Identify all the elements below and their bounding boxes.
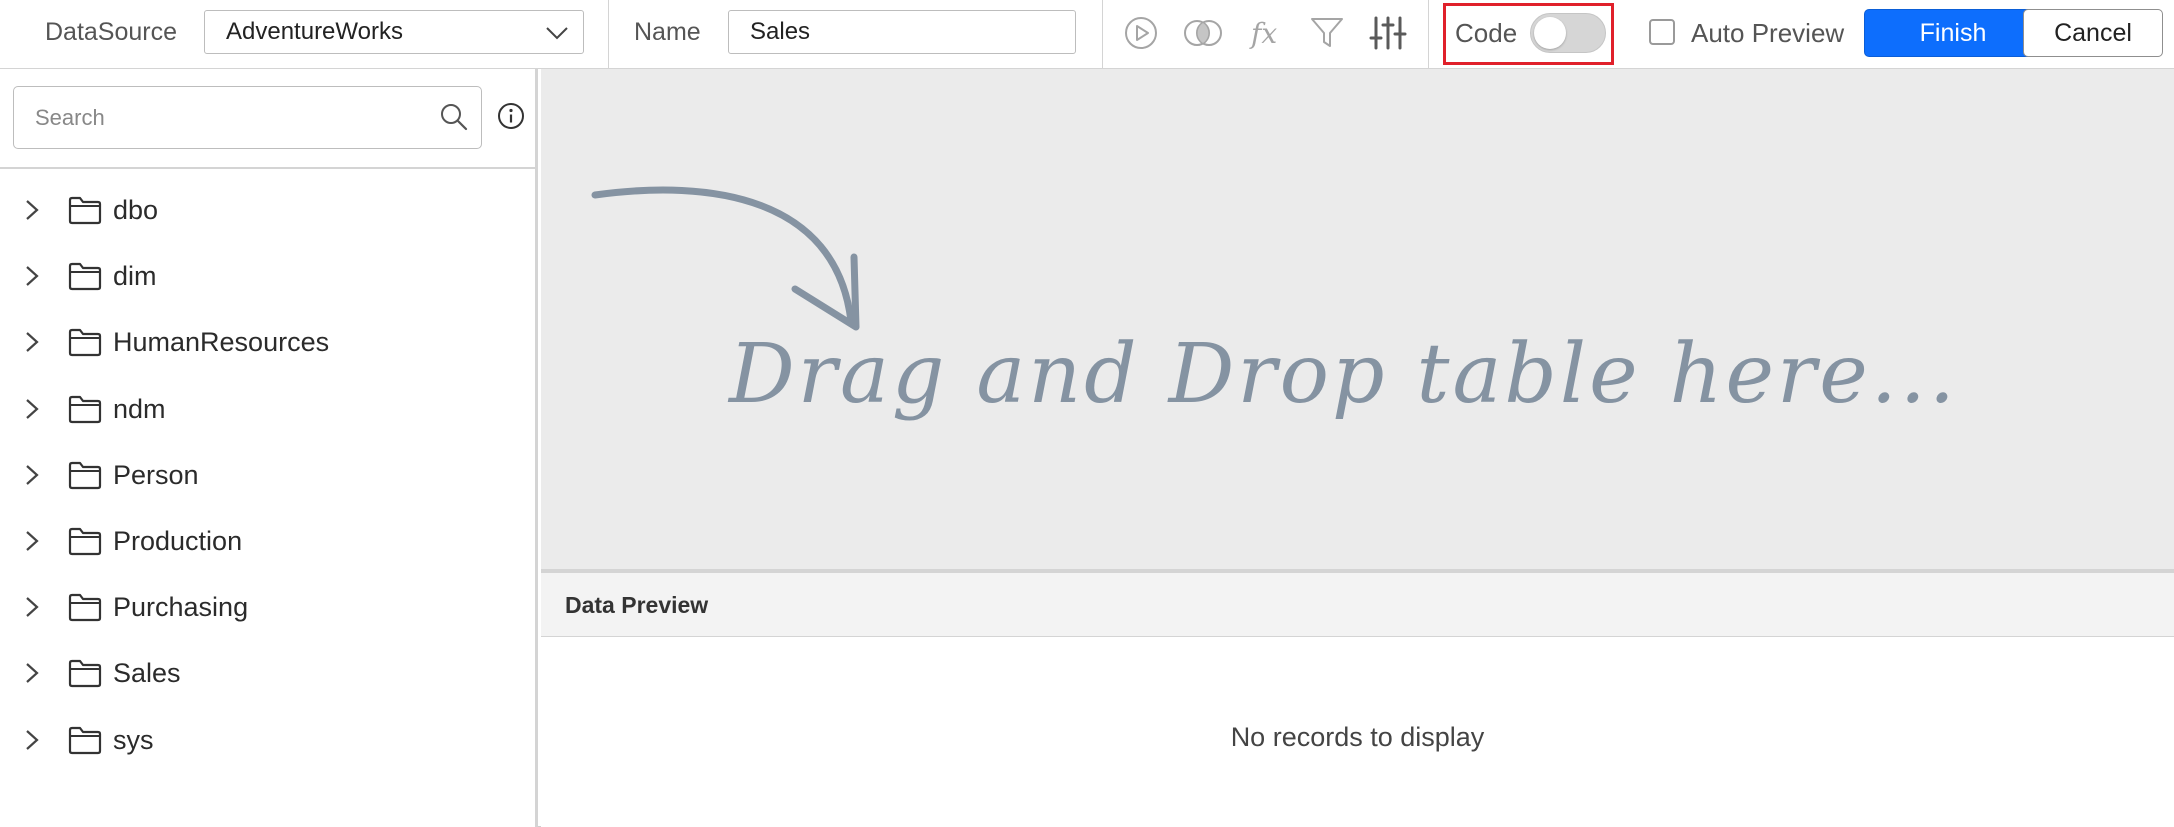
finish-button[interactable]: Finish — [1864, 9, 2042, 57]
tree-item[interactable]: HumanResources — [0, 309, 535, 375]
cancel-button[interactable]: Cancel — [2023, 9, 2163, 57]
tree-item[interactable]: sys — [0, 707, 535, 773]
toggle-knob — [1534, 17, 1566, 49]
join-icon[interactable] — [1182, 14, 1224, 52]
chevron-right-icon[interactable] — [20, 461, 44, 489]
schema-sidebar: dbo dim HumanResources ndm Person Production P… — [0, 69, 538, 827]
svg-text:fx: fx — [1249, 17, 1277, 50]
folder-icon — [68, 726, 102, 754]
tree-item[interactable]: ndm — [0, 376, 535, 442]
folder-icon — [68, 329, 102, 357]
filter-icon[interactable] — [1308, 14, 1346, 52]
chevron-right-icon[interactable] — [20, 726, 44, 754]
drop-hint-graphic: Drag and Drop table here... — [591, 186, 1958, 422]
search-box[interactable] — [13, 86, 482, 149]
folder-icon — [68, 196, 102, 225]
tree-item-label: sys — [113, 724, 154, 755]
play-icon[interactable] — [1122, 14, 1160, 52]
tree-item-label: HumanResources — [113, 327, 330, 358]
toolbar-divider — [1428, 0, 1429, 69]
code-toggle[interactable] — [1530, 13, 1606, 53]
sidebar-divider — [0, 167, 535, 169]
chevron-right-icon[interactable] — [20, 659, 44, 687]
tree-item[interactable]: dbo — [0, 177, 535, 243]
tree-item[interactable]: Person — [0, 442, 535, 508]
tree-item[interactable]: Sales — [0, 640, 535, 706]
folder-icon — [68, 263, 102, 291]
settings-sliders-icon[interactable] — [1369, 14, 1407, 52]
tree-item-label: dbo — [113, 195, 159, 225]
data-preview-header: Data Preview — [541, 573, 2174, 637]
folder-icon — [68, 660, 102, 688]
tree-item[interactable]: dim — [0, 243, 535, 309]
chevron-down-icon — [546, 27, 568, 40]
folder-icon — [68, 527, 102, 556]
design-canvas[interactable]: Drag and Drop table here... — [541, 69, 2174, 569]
name-label: Name — [634, 18, 701, 46]
search-icon[interactable] — [439, 102, 469, 132]
name-input[interactable] — [728, 10, 1076, 54]
datasource-select[interactable]: AdventureWorks — [204, 10, 584, 54]
function-icon[interactable]: fx — [1247, 14, 1285, 52]
auto-preview-label[interactable]: Auto Preview — [1691, 0, 1844, 66]
search-input[interactable] — [14, 87, 414, 148]
folder-icon — [68, 594, 102, 622]
auto-preview-checkbox[interactable] — [1649, 19, 1675, 45]
chevron-right-icon[interactable] — [20, 593, 44, 621]
tree-item[interactable]: Production — [0, 508, 535, 574]
empty-state-text: No records to display — [1230, 722, 1485, 752]
datasource-value: AdventureWorks — [226, 18, 403, 45]
info-icon[interactable] — [496, 101, 526, 131]
tree-item-label: ndm — [113, 393, 166, 424]
tree-item-label: Person — [113, 459, 199, 490]
tree-item[interactable]: Purchasing — [0, 574, 535, 640]
chevron-right-icon[interactable] — [20, 328, 44, 356]
tree-item-label: Sales — [113, 658, 181, 689]
chevron-right-icon[interactable] — [20, 262, 44, 290]
folder-icon — [68, 395, 102, 423]
datasource-label: DataSource — [45, 18, 178, 46]
folder-icon — [68, 461, 102, 489]
data-preview-title: Data Preview — [565, 592, 709, 618]
tree-item-label: dim — [113, 261, 157, 292]
tree-item-label: Production — [113, 525, 243, 556]
toolbar-divider — [1102, 0, 1103, 69]
top-toolbar: DataSource AdventureWorks Name fx — [0, 0, 2174, 69]
code-label: Code — [1455, 18, 1518, 48]
chevron-right-icon[interactable] — [20, 527, 44, 555]
chevron-right-icon[interactable] — [20, 196, 44, 224]
chevron-right-icon[interactable] — [20, 395, 44, 423]
toolbar-divider — [608, 0, 609, 69]
drop-hint-text: Drag and Drop table here... — [727, 327, 1958, 422]
data-preview-body: No records to display — [541, 637, 2174, 827]
tree-item-label: Purchasing — [113, 592, 249, 623]
schema-tree: dbo dim HumanResources ndm Person Production P… — [0, 177, 535, 773]
